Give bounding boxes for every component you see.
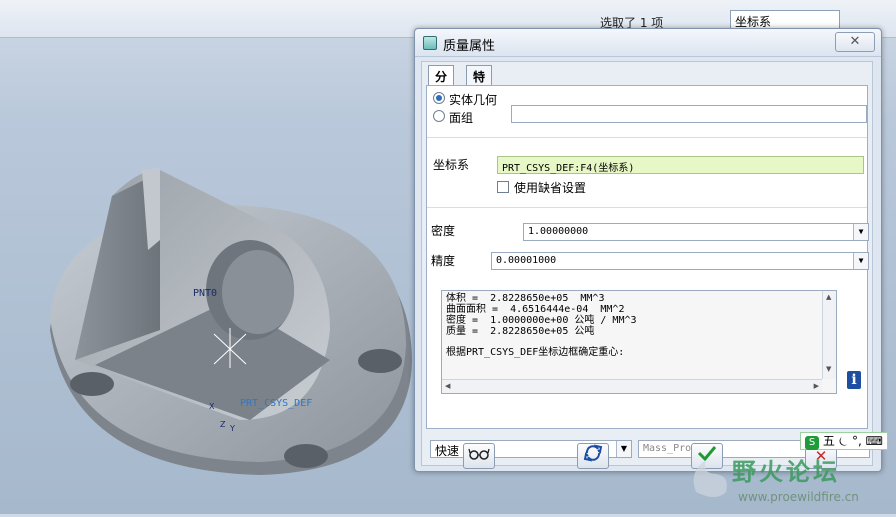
radio-solid-geometry[interactable] [433,92,445,104]
ime-toolbar[interactable]: S 五 ⏾ °, ⌨ [800,432,888,450]
glasses-icon [468,448,490,460]
results-horizontal-scrollbar[interactable]: ◀ ▶ [442,379,822,393]
repeat-analysis-button[interactable] [577,443,609,469]
density-value: 1.00000000 [528,226,589,237]
accuracy-dropdown[interactable]: 0.00001000 ▼ [491,252,869,270]
results-area[interactable]: 体积 = 2.8228650e+05 MM^3 曲面面积 = 4.6516444… [441,290,837,394]
tab-feature[interactable]: 特征 [466,65,493,101]
quilt-selection-field[interactable] [511,105,867,123]
use-default-label: 使用缺省设置 [514,181,587,195]
part-model [50,168,412,475]
axis-y-label: Y [230,424,235,433]
analysis-page: 实体几何 面组 坐标系 PRT_CSYS_DEF:F4(坐标系) 使用缺省设置 … [426,85,869,429]
tab-analysis[interactable]: 分析 [428,65,455,101]
scroll-up-icon[interactable]: ▲ [826,293,831,301]
csys-section: 坐标系 PRT_CSYS_DEF:F4(坐标系) 使用缺省设置 [427,138,867,208]
ime-status-text: 五 ⏾ °, ⌨ [822,434,883,448]
refresh-icon [583,444,603,462]
axis-x-label: X [209,402,215,411]
scroll-down-icon[interactable]: ▼ [826,365,831,373]
datum-point-label: PNT0 [193,288,218,299]
scroll-left-icon[interactable]: ◀ [445,382,450,390]
radio-quilt[interactable] [433,110,445,122]
result-density: 密度 = 1.0000000e+00 公吨 / MM^3 [446,315,637,326]
accuracy-label: 精度 [431,254,456,268]
close-button[interactable]: ✕ [835,32,875,52]
info-icon[interactable]: i [847,371,861,389]
dialog-title: 质量属性 [443,39,496,54]
result-cog-note: 根据PRT_CSYS_DEF坐标边框确定重心: [446,347,625,358]
center-of-gravity-icon [213,328,247,368]
watermark-url: www.proewildfire.cn [738,490,859,504]
mass-properties-dialog: 质量属性 ✕ 分析 特征 实体几何 面组 坐标系 PRT_CSYS_DEF:F4… [414,28,882,472]
chevron-down-icon[interactable]: ▼ [853,253,868,269]
result-volume: 体积 = 2.8228650e+05 MM^3 [446,293,605,304]
csys-label-text: 坐标系 [433,158,470,172]
density-label: 密度 [431,224,456,238]
csys-label: PRT_CSYS_DEF [240,398,313,409]
preview-glasses-button[interactable] [463,443,495,469]
dialog-titlebar[interactable]: 质量属性 ✕ [415,29,881,57]
model-viewport[interactable]: PNT0 PRT_CSYS_DEF X Y Z [0,38,430,514]
scroll-right-icon[interactable]: ▶ [814,382,819,390]
axis-z-label: Z [220,420,226,429]
csys-selection-field[interactable]: PRT_CSYS_DEF:F4(坐标系) [497,156,864,174]
dialog-icon [423,36,437,50]
ime-logo-icon: S [805,436,819,450]
geometry-section: 实体几何 面组 [427,86,867,138]
chevron-down-icon[interactable]: ▼ [853,224,868,240]
result-mass: 质量 = 2.8228650e+05 公吨 [446,326,595,337]
dialog-panel: 分析 特征 实体几何 面组 坐标系 PRT_CSYS_DEF:F4(坐标系) 使… [421,61,873,466]
solid-geometry-label: 实体几何 [449,93,498,107]
accuracy-value: 0.00001000 [496,255,557,266]
quilt-label: 面组 [449,111,474,125]
checkmark-icon [697,446,717,462]
ok-button[interactable] [691,443,723,469]
results-vertical-scrollbar[interactable]: ▲ ▼ [822,291,836,379]
result-surface-area: 曲面面积 = 4.6516444e-04 MM^2 [446,304,625,315]
use-default-checkbox[interactable] [497,181,509,193]
density-dropdown[interactable]: 1.00000000 ▼ [523,223,869,241]
